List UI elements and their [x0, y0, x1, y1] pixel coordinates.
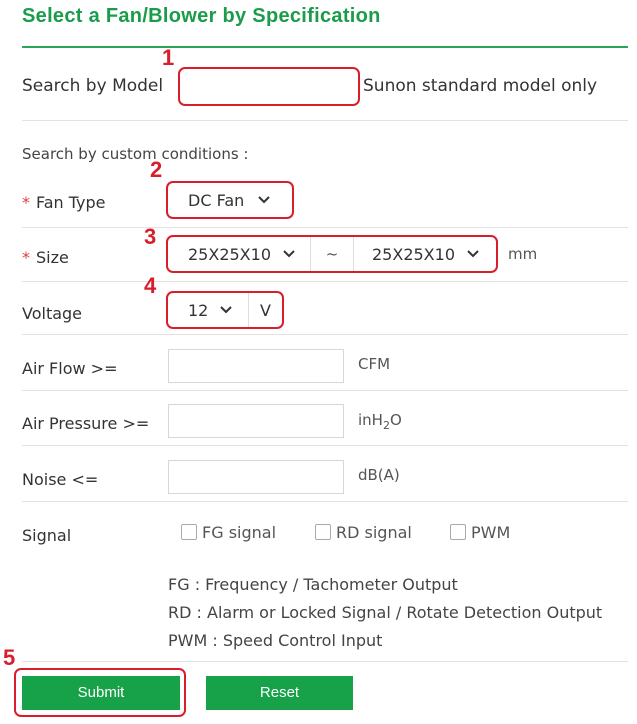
signal-note-fg: FG : Frequency / Tachometer Output: [168, 575, 458, 594]
signal-label: Signal: [22, 526, 72, 545]
air-pressure-unit: inH2O: [358, 411, 402, 432]
divider: [22, 501, 628, 502]
annotation-marker-2: 2: [150, 157, 163, 182]
annotation-box-4: [166, 291, 284, 329]
checkbox-icon[interactable]: [181, 524, 197, 540]
annotation-box-3: [166, 235, 498, 273]
noise-unit: dB(A): [358, 466, 400, 484]
air-pressure-label: Air Pressure >=: [22, 414, 150, 433]
title-divider: [22, 46, 628, 48]
reset-button[interactable]: Reset: [206, 676, 353, 710]
noise-label: Noise <=: [22, 470, 99, 489]
divider: [22, 281, 628, 282]
size-label: * Size: [22, 248, 69, 267]
divider: [22, 227, 628, 228]
checkbox-icon[interactable]: [450, 524, 466, 540]
signal-note-pwm: PWM : Speed Control Input: [168, 631, 383, 650]
airflow-label: Air Flow >=: [22, 359, 118, 378]
model-hint: Sunon standard model only: [363, 76, 598, 96]
pwm-checkbox[interactable]: PWM: [450, 523, 510, 542]
divider: [22, 334, 628, 335]
search-model-label: Search by Model: [22, 76, 164, 96]
annotation-box-2: [166, 181, 294, 219]
annotation-box-5: [14, 668, 186, 717]
custom-conditions-heading: Search by custom conditions :: [22, 145, 249, 163]
noise-input[interactable]: [168, 460, 344, 494]
divider: [22, 445, 628, 446]
fan-type-label: * Fan Type: [22, 193, 106, 212]
divider: [22, 390, 628, 391]
annotation-marker-4: 4: [144, 273, 157, 298]
checkbox-icon[interactable]: [315, 524, 331, 540]
air-pressure-input[interactable]: [168, 404, 344, 438]
size-unit: mm: [508, 245, 538, 263]
signal-note-rd: RD : Alarm or Locked Signal / Rotate Det…: [168, 603, 603, 622]
page-title: Select a Fan/Blower by Specification: [22, 5, 381, 27]
rd-signal-checkbox[interactable]: RD signal: [315, 523, 412, 542]
annotation-marker-3: 3: [144, 224, 157, 249]
airflow-input[interactable]: [168, 349, 344, 383]
annotation-marker-1: 1: [162, 45, 175, 70]
airflow-unit: CFM: [358, 355, 391, 373]
divider: [22, 661, 628, 662]
divider: [22, 120, 628, 121]
annotation-box-1: [178, 67, 360, 106]
fg-signal-checkbox[interactable]: FG signal: [181, 523, 276, 542]
voltage-label: Voltage: [22, 304, 83, 323]
annotation-marker-5: 5: [3, 645, 16, 670]
